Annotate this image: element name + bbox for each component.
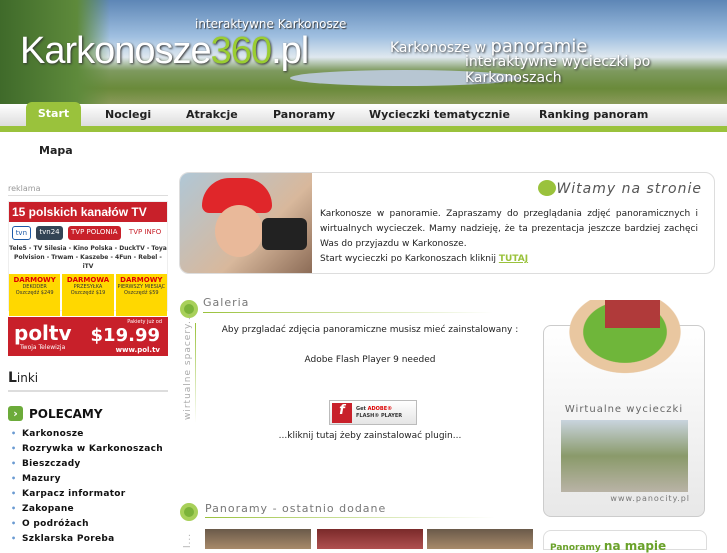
btn-get: Get <box>356 405 368 412</box>
poltv-ad-banner[interactable]: poltv Twoja Telewizja Pakiety już od $19… <box>8 317 168 356</box>
nav-ranking[interactable]: Ranking panoram <box>539 108 648 121</box>
nav-wycieczki[interactable]: Wycieczki tematycznie <box>369 108 510 121</box>
links-list: Karkonosze Rozrywka w Karkonoszach Biesz… <box>8 429 168 549</box>
site-logo[interactable]: Karkonosze360.pl <box>20 30 309 73</box>
main-nav: Start Noclegi Atrakcje Panoramy Wycieczk… <box>0 102 727 126</box>
welcome-box: Witamy na stronie Karkonosze w panoramie… <box>179 172 715 274</box>
btn-adobe: ADOBE® <box>367 405 393 412</box>
poltv-sub: Twoja Telewizja <box>20 344 66 351</box>
camera-icon <box>262 218 307 250</box>
link-item[interactable]: Zakopane <box>8 504 168 519</box>
logo-tld: .pl <box>271 30 309 72</box>
links-heading-initial: L <box>8 370 17 386</box>
panorama-thumbnail[interactable] <box>317 529 423 549</box>
panoramy-map-box[interactable]: Panoramy na mapie <box>543 530 707 553</box>
offer-title: DARMOWY <box>120 276 163 284</box>
panoramy-title: Panoramy - ostatnio dodane <box>205 502 387 515</box>
virtual-tour-thumbnail[interactable] <box>561 420 688 492</box>
divider <box>195 323 196 423</box>
tagline: interaktywne Karkonosze <box>195 17 347 31</box>
ad-title: 15 polskich kanałów TV <box>9 202 167 222</box>
offer-przesylka: DARMOWA PRZESYŁKA Oszczędź $19 <box>62 274 114 316</box>
link-item[interactable]: Szklarska Poreba <box>8 534 168 549</box>
offer-save: Oszczędź $59 <box>124 290 159 296</box>
links-heading-rest: inki <box>16 371 39 385</box>
welcome-title: Witamy na stronie <box>556 181 702 197</box>
welcome-paragraph: Karkonosze w panoramie. Zapraszamy do pr… <box>320 209 698 249</box>
divider <box>205 517 495 518</box>
woman-photo <box>180 173 312 273</box>
polecamy-heading: › POLECAMY <box>8 406 168 421</box>
offer-save: Oszczędź $19 <box>70 290 106 296</box>
offer-title: DARMOWY <box>13 276 56 284</box>
logo-text: Karkonosze <box>20 30 212 72</box>
ad-label: reklama <box>8 184 168 196</box>
channel-list: Tele5 - TV Silesia - Kino Polska - DuckT… <box>9 245 167 270</box>
speech-bubble-icon <box>538 180 556 196</box>
polecamy-label: POLECAMY <box>29 406 103 421</box>
panorama-thumbnail[interactable] <box>205 529 311 549</box>
gear-icon <box>180 503 198 521</box>
nav-atrakcje[interactable]: Atrakcje <box>186 108 238 121</box>
panorama-thumbnail[interactable] <box>427 529 533 549</box>
btn-flash: FLASH® PLAYER <box>356 412 403 419</box>
header-banner: interaktywne Karkonosze Karkonosze360.pl… <box>0 0 727 104</box>
vertical-label: l... <box>183 532 193 548</box>
offer-dekoder: DARMOWY DEKODER Oszczędź $249 <box>9 274 61 316</box>
virtual-tours-title: Wirtualne wycieczki <box>564 404 684 415</box>
slogan-sub: interaktywne wycieczki po Karkonoszach <box>465 54 651 86</box>
offer-miesiac: DARMOWY PIERWSZY MIESIĄC Oszczędź $59 <box>115 274 167 316</box>
galeria-title: Galeria <box>203 296 250 309</box>
offer-title: DARMOWA <box>66 276 110 284</box>
link-item[interactable]: Karpacz informator <box>8 489 168 504</box>
get-flash-button[interactable]: f Get ADOBE® FLASH® PLAYER <box>329 400 417 425</box>
house-graphic <box>605 300 660 328</box>
logo-number: 360 <box>210 30 272 72</box>
tvn-logo: tvn <box>11 226 32 240</box>
divider <box>203 312 493 313</box>
panocity-url[interactable]: www.panocity.pl <box>590 494 690 503</box>
link-item[interactable]: Mazury <box>8 474 168 489</box>
nav-panoramy[interactable]: Panoramy <box>273 108 335 121</box>
link-item[interactable]: Karkonosze <box>8 429 168 444</box>
welcome-text: Karkonosze w panoramie. Zapraszamy do pr… <box>320 207 698 267</box>
sidebar: reklama 15 polskich kanałów TV tvn tvn24… <box>8 184 168 549</box>
nav-noclegi[interactable]: Noclegi <box>105 108 151 121</box>
poltv-price: $19.99 <box>90 325 160 346</box>
link-item[interactable]: Bieszczady <box>8 459 168 474</box>
tvn24-logo: tvn24 <box>36 226 63 240</box>
nav-mapa[interactable]: Mapa <box>39 144 73 157</box>
vertical-label: wirtualne spacery... <box>183 312 193 420</box>
link-item[interactable]: O podróżach <box>8 519 168 534</box>
poltv-logo: poltv <box>14 321 72 345</box>
flash-needed: Adobe Flash Player 9 needed <box>304 355 436 365</box>
nav-underline <box>0 126 727 132</box>
tvp-info-logo: TVP INFO <box>128 228 162 236</box>
tv-ad-banner[interactable]: 15 polskich kanałów TV tvn tvn24 TVP POL… <box>8 201 168 316</box>
poltv-url: www.pol.tv <box>115 346 160 354</box>
offer-save: Oszczędź $249 <box>15 290 54 296</box>
nav-start[interactable]: Start <box>26 102 81 126</box>
map-title-b: na mapie <box>603 539 667 553</box>
welcome-start: Start wycieczki po Karkonoszach kliknij <box>320 254 499 264</box>
install-plugin-link[interactable]: ...kliknij tutaj żeby zainstalować plugi… <box>200 431 540 441</box>
tvp-polonia-logo: TVP POLONIA <box>68 226 121 240</box>
link-item[interactable]: Rozrywka w Karkonoszach <box>8 444 168 459</box>
arrow-right-icon: › <box>8 406 23 421</box>
links-heading: Linki <box>8 370 168 392</box>
flash-required-msg: Aby przgladać zdjęcia panoramiczne musis… <box>221 325 519 335</box>
flash-icon: f <box>332 402 352 423</box>
tutaj-link[interactable]: TUTAJ <box>499 254 528 264</box>
